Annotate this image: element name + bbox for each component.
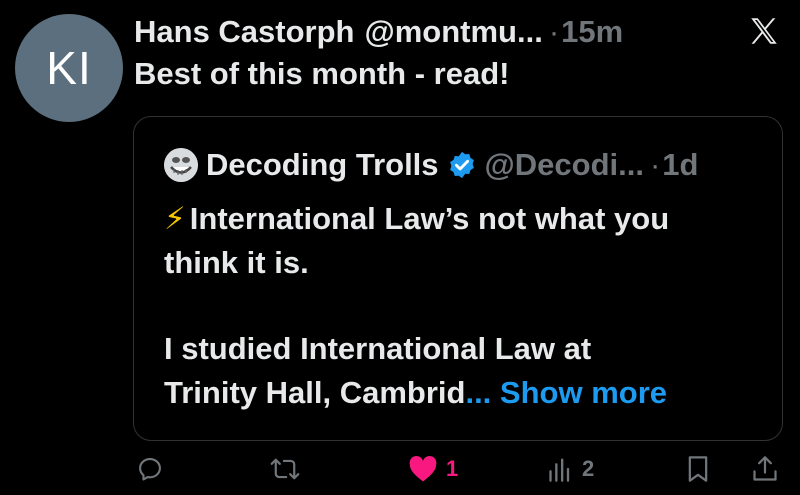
quoted-separator-dot: ·: [649, 147, 661, 182]
ellipsis: ...: [465, 375, 492, 410]
tweet-text: Best of this month - read!: [134, 56, 510, 91]
tweet-header: Hans Castorph @montmu... · 15m: [134, 12, 623, 52]
quoted-tweet-text: ⚡ International Law’s not what you think …: [164, 197, 764, 415]
tweet-time[interactable]: 15m: [561, 14, 623, 50]
like-count: 1: [446, 456, 459, 481]
view-count: 2: [582, 456, 595, 481]
author-avatar[interactable]: KI: [15, 14, 123, 122]
quoted-line-3: I studied International Law at: [164, 331, 592, 366]
retweet-button[interactable]: [270, 455, 300, 483]
verified-badge-icon: [449, 151, 474, 179]
separator-dot: ·: [548, 14, 560, 49]
x-logo-icon[interactable]: [747, 14, 781, 48]
share-button[interactable]: [752, 455, 778, 483]
reply-button[interactable]: [136, 455, 164, 483]
quoted-author-handle[interactable]: @Decodi...: [485, 147, 644, 183]
quoted-line-4: Trinity Hall, Cambrid: [164, 375, 466, 410]
bookmark-button[interactable]: [686, 455, 710, 483]
show-more-link[interactable]: Show more: [500, 375, 667, 410]
bookmark-icon: [688, 456, 708, 482]
author-name[interactable]: Hans Castorph: [134, 14, 354, 50]
lightning-icon: ⚡: [164, 201, 186, 236]
views-chart-icon: [549, 458, 570, 482]
quoted-author-name[interactable]: Decoding Trolls: [206, 147, 439, 183]
quoted-tweet-card[interactable]: Decoding Trolls @Decodi... · 1d ⚡ Interna…: [133, 116, 783, 441]
heart-icon: [409, 456, 437, 482]
quoted-tweet-time[interactable]: 1d: [662, 147, 698, 183]
action-bar: 1 2: [0, 455, 800, 495]
quoted-line-2: think it is.: [164, 245, 309, 280]
troll-face-icon: [164, 148, 198, 182]
quoted-tweet-header: Decoding Trolls @Decodi... · 1d: [164, 145, 698, 185]
quoted-author-avatar[interactable]: [164, 148, 198, 182]
like-button[interactable]: 1: [408, 455, 458, 483]
reply-icon: [139, 458, 161, 481]
author-handle[interactable]: @montmu...: [364, 14, 542, 50]
views-button[interactable]: 2: [548, 455, 594, 483]
quoted-line-1: International Law’s not what you: [189, 201, 670, 236]
share-icon: [753, 456, 777, 481]
retweet-icon: [270, 458, 300, 480]
